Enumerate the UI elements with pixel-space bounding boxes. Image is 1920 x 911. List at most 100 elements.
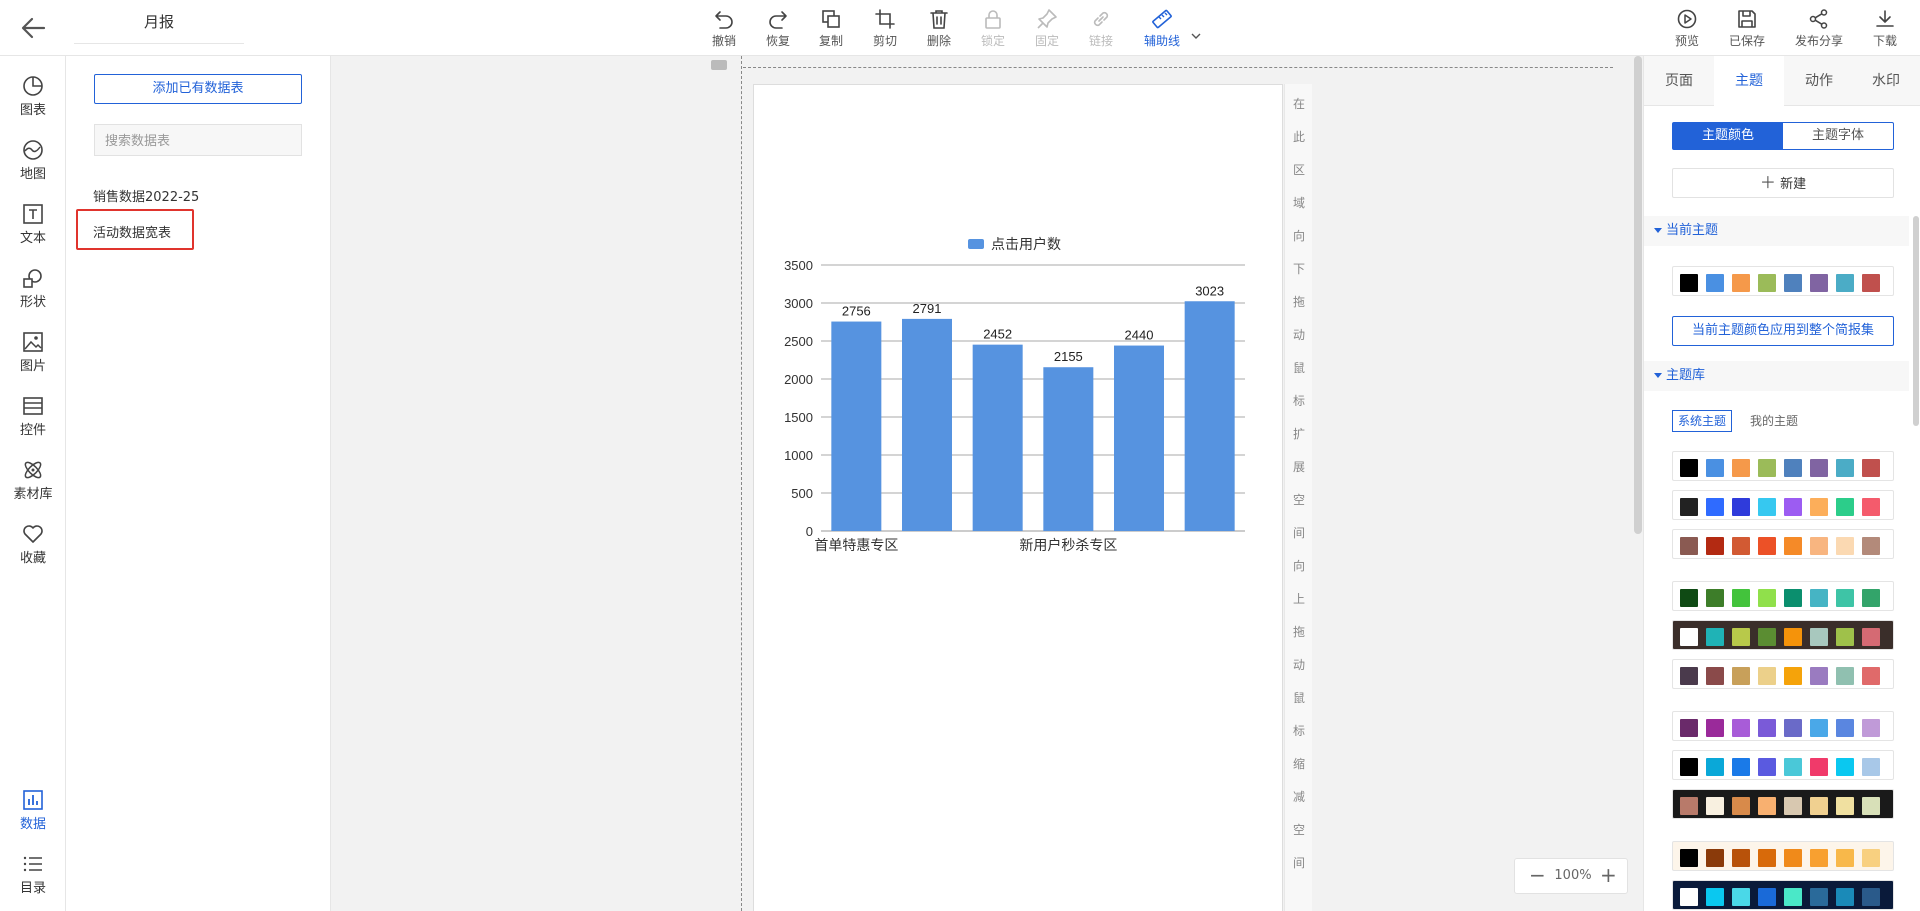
- delete-button[interactable]: 删除: [914, 6, 964, 52]
- copy-button[interactable]: 复制: [806, 6, 856, 52]
- bar-chart[interactable]: 点击用户数 0 500 1000 1500 2000 2500 3000 3500 2756 279…: [754, 85, 1284, 585]
- legend-label[interactable]: 点击用户数: [991, 236, 1061, 252]
- shape-icon: [23, 269, 42, 288]
- rail-item-catalog[interactable]: 目录: [0, 846, 66, 902]
- theme-palette[interactable]: [1672, 750, 1894, 780]
- seg-theme-color[interactable]: 主题颜色: [1673, 123, 1783, 149]
- color-swatch: [1836, 849, 1854, 867]
- theme-palette[interactable]: [1672, 659, 1894, 689]
- data-label: 2155: [1054, 349, 1083, 364]
- color-swatch: [1810, 459, 1828, 477]
- tab-page[interactable]: 页面: [1644, 56, 1714, 106]
- tab-system-themes[interactable]: 系统主题: [1672, 410, 1733, 432]
- seg-theme-font[interactable]: 主题字体: [1783, 123, 1893, 149]
- canvas-scrollbar[interactable]: [1634, 56, 1642, 534]
- current-theme-section[interactable]: 当前主题: [1644, 216, 1909, 246]
- rail-item-image[interactable]: 图片: [0, 324, 66, 380]
- resize-hint-strip[interactable]: 在此区域向下拖动鼠标扩展空间 向上拖动鼠标缩减空间: [1284, 84, 1312, 911]
- color-swatch: [1836, 667, 1854, 685]
- caret-down-icon: [1654, 228, 1662, 233]
- color-swatch: [1758, 498, 1776, 516]
- color-swatch: [1680, 537, 1698, 555]
- rail-item-map[interactable]: 地图: [0, 132, 66, 188]
- rail-item-text[interactable]: 文本: [0, 196, 66, 252]
- tab-my-themes[interactable]: 我的主题: [1750, 410, 1798, 432]
- save-label: 已保存: [1728, 34, 1765, 48]
- undo-button[interactable]: 撤销: [699, 6, 749, 52]
- color-swatch: [1810, 849, 1828, 867]
- lock-icon: [985, 10, 1001, 29]
- theme-palette[interactable]: [1672, 711, 1894, 741]
- download-button[interactable]: 下载: [1860, 6, 1910, 52]
- save-button[interactable]: 已保存: [1722, 6, 1772, 52]
- y-tick-label: 3000: [784, 296, 813, 311]
- lock-button[interactable]: 锁定: [968, 6, 1018, 52]
- theme-palette[interactable]: [1672, 789, 1894, 819]
- redo-button[interactable]: 恢复: [753, 6, 803, 52]
- color-swatch: [1680, 628, 1698, 646]
- color-swatch: [1758, 589, 1776, 607]
- bar[interactable]: [902, 318, 952, 531]
- crop-label: 剪切: [872, 34, 897, 48]
- theme-palette[interactable]: [1672, 880, 1894, 910]
- add-existing-table-button[interactable]: 添加已有数据表: [94, 74, 302, 104]
- bar[interactable]: [972, 344, 1023, 531]
- publish-share-button[interactable]: 发布分享: [1793, 6, 1845, 52]
- rail-item-favorites[interactable]: 收藏: [0, 516, 66, 572]
- rail-item-assets[interactable]: 素材库: [0, 452, 66, 508]
- chevron-down-icon[interactable]: [1190, 30, 1202, 42]
- bar[interactable]: [831, 321, 882, 531]
- color-swatch: [1784, 758, 1802, 776]
- tab-action[interactable]: 动作: [1784, 56, 1854, 106]
- color-swatch: [1680, 719, 1698, 737]
- report-title[interactable]: 月报: [74, 0, 244, 44]
- rail-item-data[interactable]: 数据: [0, 782, 66, 838]
- theme-library-section[interactable]: 主题库: [1644, 361, 1909, 391]
- tab-theme[interactable]: 主题: [1714, 56, 1784, 106]
- search-table-input[interactable]: [94, 124, 302, 156]
- link-button[interactable]: 链接: [1076, 6, 1126, 52]
- x-tick-label: 新用户秒杀专区: [1019, 537, 1117, 553]
- atom-icon: [24, 461, 42, 479]
- rail-item-widget[interactable]: 控件: [0, 388, 66, 444]
- color-swatch: [1784, 888, 1802, 906]
- apply-theme-to-all-button[interactable]: 当前主题颜色应用到整个简报集: [1672, 316, 1894, 346]
- data-label: 2791: [913, 301, 942, 316]
- report-page[interactable]: 点击用户数 0 500 1000 1500 2000 2500 3000 3500 2756 279…: [753, 84, 1283, 911]
- theme-palette[interactable]: [1672, 529, 1894, 559]
- zoom-in-button[interactable]: +: [1600, 863, 1617, 887]
- data-label: 2440: [1125, 328, 1154, 343]
- theme-palette[interactable]: [1672, 451, 1894, 481]
- color-swatch: [1706, 849, 1724, 867]
- bar[interactable]: [1114, 345, 1164, 531]
- y-tick-label: 500: [791, 486, 813, 501]
- theme-palette[interactable]: [1672, 841, 1894, 871]
- guide-line-button[interactable]: 辅助线: [1137, 6, 1187, 52]
- pin-button[interactable]: 固定: [1022, 6, 1072, 52]
- redo-label: 恢复: [765, 34, 790, 48]
- preview-button[interactable]: 预览: [1662, 6, 1712, 52]
- bar[interactable]: [1043, 367, 1094, 531]
- tab-watermark[interactable]: 水印: [1851, 56, 1920, 106]
- theme-palette[interactable]: [1672, 620, 1894, 650]
- y-tick-label: 3500: [784, 258, 813, 273]
- bar[interactable]: [1184, 301, 1235, 531]
- current-theme-title: 当前主题: [1666, 223, 1719, 238]
- back-arrow-icon[interactable]: [18, 13, 48, 43]
- right-panel-scrollbar[interactable]: [1913, 216, 1919, 426]
- copy-label: 复制: [818, 34, 843, 48]
- crop-button[interactable]: 剪切: [860, 6, 910, 52]
- play-icon: [1677, 9, 1697, 29]
- rail-item-chart[interactable]: 图表: [0, 68, 66, 124]
- color-swatch: [1862, 888, 1880, 906]
- page-guide-horizontal: [743, 67, 1613, 68]
- rail-item-shape[interactable]: 形状: [0, 260, 66, 316]
- table-item-sales[interactable]: 销售数据2022-25: [93, 186, 199, 205]
- zoom-out-button[interactable]: −: [1529, 863, 1546, 887]
- new-theme-button[interactable]: ＋ 新建: [1672, 168, 1894, 198]
- theme-palette[interactable]: [1672, 581, 1894, 611]
- ruler-tag[interactable]: [711, 60, 727, 70]
- table-item-activity[interactable]: 活动数据宽表: [93, 222, 171, 241]
- color-swatch: [1680, 498, 1698, 516]
- theme-palette[interactable]: [1672, 490, 1894, 520]
